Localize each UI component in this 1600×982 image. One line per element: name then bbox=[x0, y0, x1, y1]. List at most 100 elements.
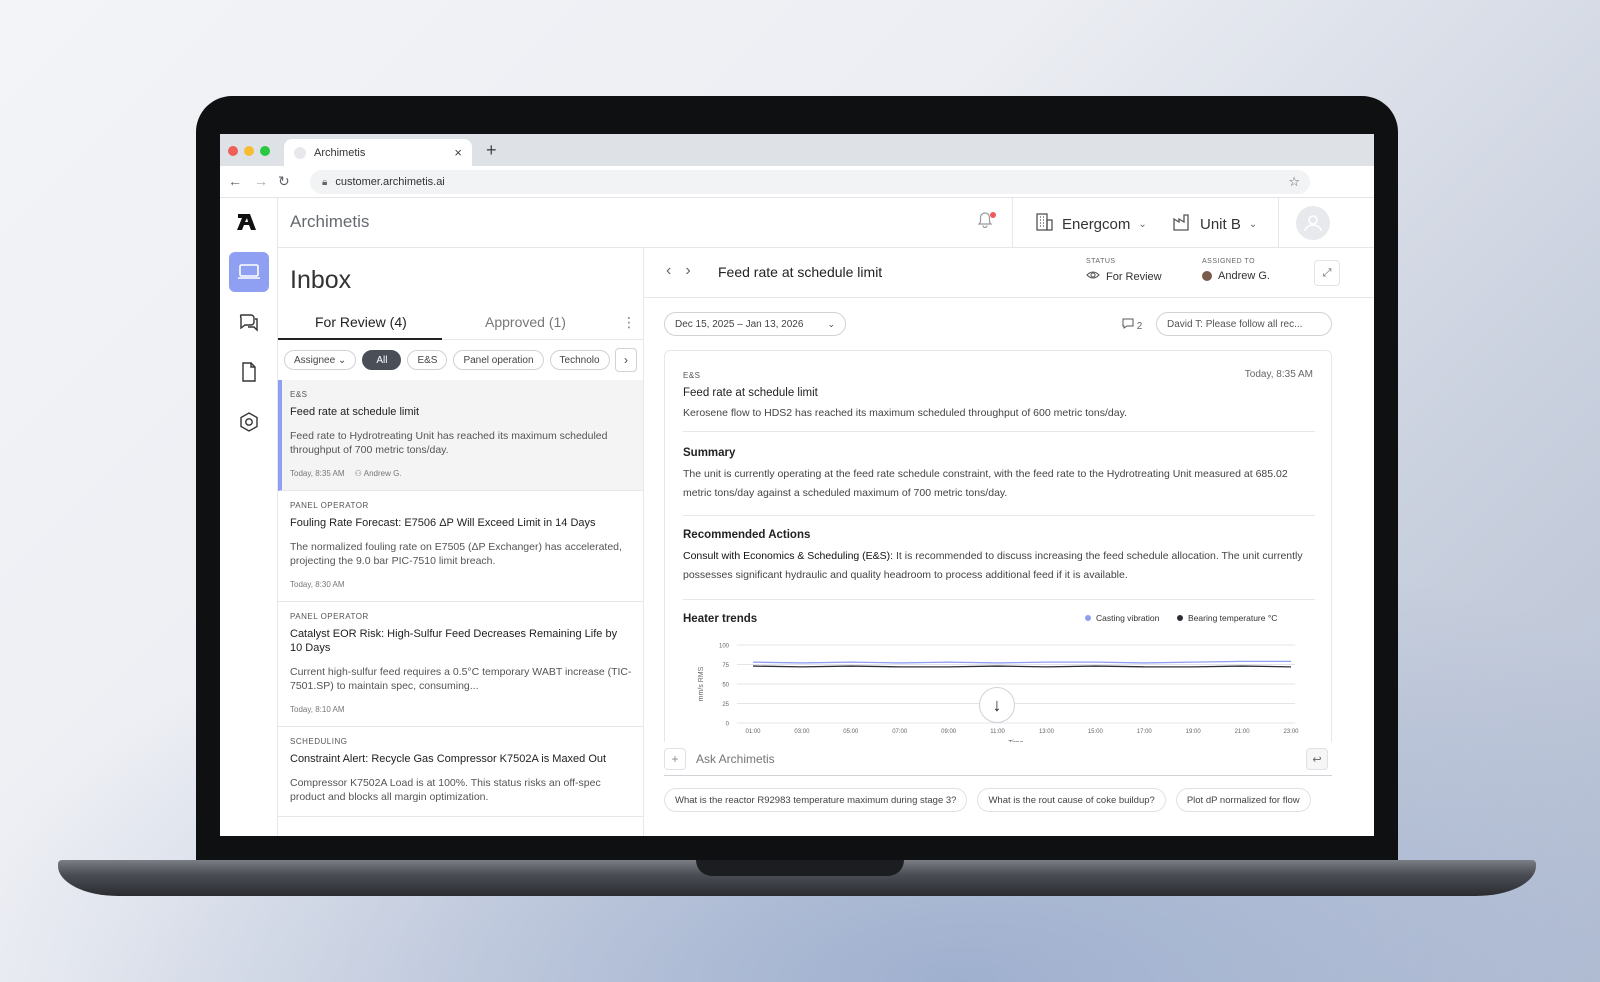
divider bbox=[683, 515, 1315, 516]
settings-nav-icon[interactable] bbox=[229, 402, 269, 442]
more-options-icon[interactable]: ⋮ bbox=[622, 314, 636, 331]
item-assignee: Andrew G. bbox=[363, 469, 402, 478]
chevron-down-icon: ⌄ bbox=[1138, 219, 1147, 230]
chevron-down-icon: ⌄ bbox=[827, 318, 835, 329]
reload-icon[interactable]: ↻ bbox=[278, 173, 290, 190]
series-line-2 bbox=[752, 665, 1292, 668]
item-body: The normalized fouling rate on E7505 (ΔP… bbox=[290, 541, 622, 567]
item-title: Fouling Rate Forecast: E7506 ΔP Will Exc… bbox=[290, 517, 596, 529]
legend-label: Casting vibration bbox=[1096, 613, 1160, 623]
tab-approved[interactable]: Approved (1) bbox=[485, 314, 566, 330]
back-icon[interactable]: ← bbox=[228, 173, 242, 189]
suggestion-chip[interactable]: What is the reactor R92983 temperature m… bbox=[664, 788, 968, 812]
filter-chip-technology[interactable]: Technolo bbox=[549, 350, 610, 370]
minimize-window-dot[interactable] bbox=[244, 146, 254, 156]
card-title: Feed rate at schedule limit bbox=[683, 387, 818, 399]
browser-tab[interactable]: Archimetis × bbox=[284, 139, 472, 166]
card-time: Today, 8:35 AM bbox=[1244, 369, 1313, 380]
chevron-right-icon[interactable]: › bbox=[685, 262, 690, 280]
date-range-picker[interactable]: Dec 15, 2025 – Jan 13, 2026 ⌄ bbox=[664, 312, 846, 336]
company-selector[interactable]: Energcom ⌄ bbox=[1034, 212, 1147, 237]
detail-header: ‹ › Feed rate at schedule limit STATUS F… bbox=[644, 248, 1374, 298]
assigned-block: ASSIGNED TO Andrew G. bbox=[1202, 258, 1270, 282]
item-time: Today, 8:30 AM bbox=[290, 580, 345, 589]
expand-icon[interactable]: ⤢ bbox=[1314, 260, 1340, 286]
company-name: Energcom bbox=[1062, 216, 1131, 233]
inbox-nav-icon[interactable] bbox=[229, 252, 269, 292]
actions-lead: Consult with Economics & Scheduling (E&S… bbox=[683, 550, 894, 562]
legend-swatch bbox=[1085, 615, 1091, 621]
y-tick-label: 50 bbox=[722, 683, 729, 689]
status-badge[interactable]: For Review bbox=[1086, 270, 1162, 283]
chevron-left-icon[interactable]: ‹ bbox=[666, 262, 671, 280]
filter-chip-es[interactable]: E&S bbox=[407, 350, 448, 370]
detail-panel: ‹ › Feed rate at schedule limit STATUS F… bbox=[644, 248, 1374, 836]
assignee-filter[interactable]: Assignee ⌄ bbox=[284, 350, 357, 370]
x-tick-label: 09:00 bbox=[941, 729, 957, 735]
chat-nav-icon[interactable] bbox=[229, 302, 269, 342]
item-meta: Today, 8:30 AM bbox=[290, 580, 632, 589]
x-tick-label: 07:00 bbox=[892, 729, 908, 735]
avatar bbox=[1202, 271, 1212, 281]
send-icon[interactable]: ↩ bbox=[1306, 748, 1328, 770]
document-nav-icon[interactable] bbox=[229, 352, 269, 392]
unit-selector[interactable]: Unit B ⌄ bbox=[1172, 212, 1257, 237]
list-item[interactable]: Panel operator Fouling Rate Forecast: E7… bbox=[278, 491, 643, 602]
comment-preview[interactable]: David T: Please follow all rec... bbox=[1156, 312, 1332, 336]
divider bbox=[683, 599, 1315, 600]
close-window-dot[interactable] bbox=[228, 146, 238, 156]
comment-count[interactable]: 2 bbox=[1122, 318, 1142, 332]
item-title: Feed rate at schedule limit bbox=[290, 406, 420, 418]
status-value: For Review bbox=[1106, 270, 1162, 283]
y-tick-label: 25 bbox=[722, 702, 729, 708]
item-time: Today, 8:35 AM bbox=[290, 469, 345, 478]
alert-card: E&S Today, 8:35 AM Feed rate at schedule… bbox=[664, 350, 1332, 770]
favicon-icon bbox=[294, 146, 306, 159]
ask-bar: + ↩ bbox=[664, 742, 1332, 776]
list-item[interactable]: Scheduling Constraint Alert: Recycle Gas… bbox=[278, 727, 643, 817]
user-avatar[interactable] bbox=[1296, 206, 1330, 240]
assigned-value: Andrew G. bbox=[1218, 270, 1270, 282]
arrow-down-icon[interactable]: ↓ bbox=[979, 687, 1015, 723]
app: Archimetis Energcom ⌄ Unit B ⌄ Inbox For… bbox=[220, 198, 1374, 836]
filter-chip-panel-operation[interactable]: Panel operation bbox=[453, 350, 544, 370]
x-tick-label: 23:00 bbox=[1283, 729, 1299, 735]
eye-icon bbox=[1086, 270, 1100, 283]
y-tick-label: 0 bbox=[726, 722, 730, 728]
list-item[interactable]: E&S Feed rate at schedule limit Feed rat… bbox=[278, 380, 643, 491]
x-tick-label: 03:00 bbox=[794, 729, 810, 735]
item-meta: Today, 8:10 AM bbox=[290, 705, 632, 714]
list-item[interactable]: Panel operator Catalyst EOR Risk: High-S… bbox=[278, 602, 643, 727]
legend-swatch bbox=[1177, 615, 1183, 621]
filter-chip-all[interactable]: All bbox=[362, 350, 402, 370]
item-meta: Today, 8:35 AM ⚇ Andrew G. bbox=[290, 469, 632, 478]
assignee-badge[interactable]: Andrew G. bbox=[1202, 270, 1270, 282]
item-category: E&S bbox=[290, 390, 308, 399]
summary-heading: Summary bbox=[683, 447, 736, 459]
actions-text: Consult with Economics & Scheduling (E&S… bbox=[683, 547, 1303, 585]
suggestion-chip[interactable]: Plot dP normalized for flow bbox=[1175, 788, 1311, 812]
logo-icon[interactable] bbox=[236, 212, 258, 238]
close-tab-icon[interactable]: × bbox=[454, 145, 462, 160]
x-tick-label: 19:00 bbox=[1186, 729, 1202, 735]
x-tick-label: 05:00 bbox=[843, 729, 859, 735]
laptop-notch bbox=[696, 860, 904, 876]
y-axis-label: mm/s RMS bbox=[698, 666, 705, 701]
active-tab-underline bbox=[278, 338, 442, 340]
new-tab-icon[interactable]: + bbox=[486, 140, 497, 161]
tab-for-review[interactable]: For Review (4) bbox=[315, 314, 407, 330]
screen: Archimetis × + ← → ↻ 🔒︎ customer.archime… bbox=[220, 134, 1374, 836]
inbox-tabs: For Review (4) Approved (1) ⋮ bbox=[278, 308, 643, 340]
summary-text: The unit is currently operating at the f… bbox=[683, 468, 1288, 499]
forward-icon[interactable]: → bbox=[254, 173, 268, 189]
notification-dot bbox=[990, 212, 996, 218]
item-category: Panel operator bbox=[290, 612, 369, 621]
detail-nav: ‹ › bbox=[666, 262, 691, 280]
chevron-right-icon[interactable]: › bbox=[615, 348, 637, 372]
plus-icon[interactable]: + bbox=[664, 748, 686, 770]
bookmark-star-icon[interactable]: ☆ bbox=[1288, 174, 1300, 190]
maximize-window-dot[interactable] bbox=[260, 146, 270, 156]
suggestion-chip[interactable]: What is the rout cause of coke buildup? bbox=[977, 788, 1166, 812]
ask-input[interactable] bbox=[696, 752, 1256, 766]
url-field[interactable]: 🔒︎ customer.archimetis.ai ☆ bbox=[310, 170, 1310, 194]
